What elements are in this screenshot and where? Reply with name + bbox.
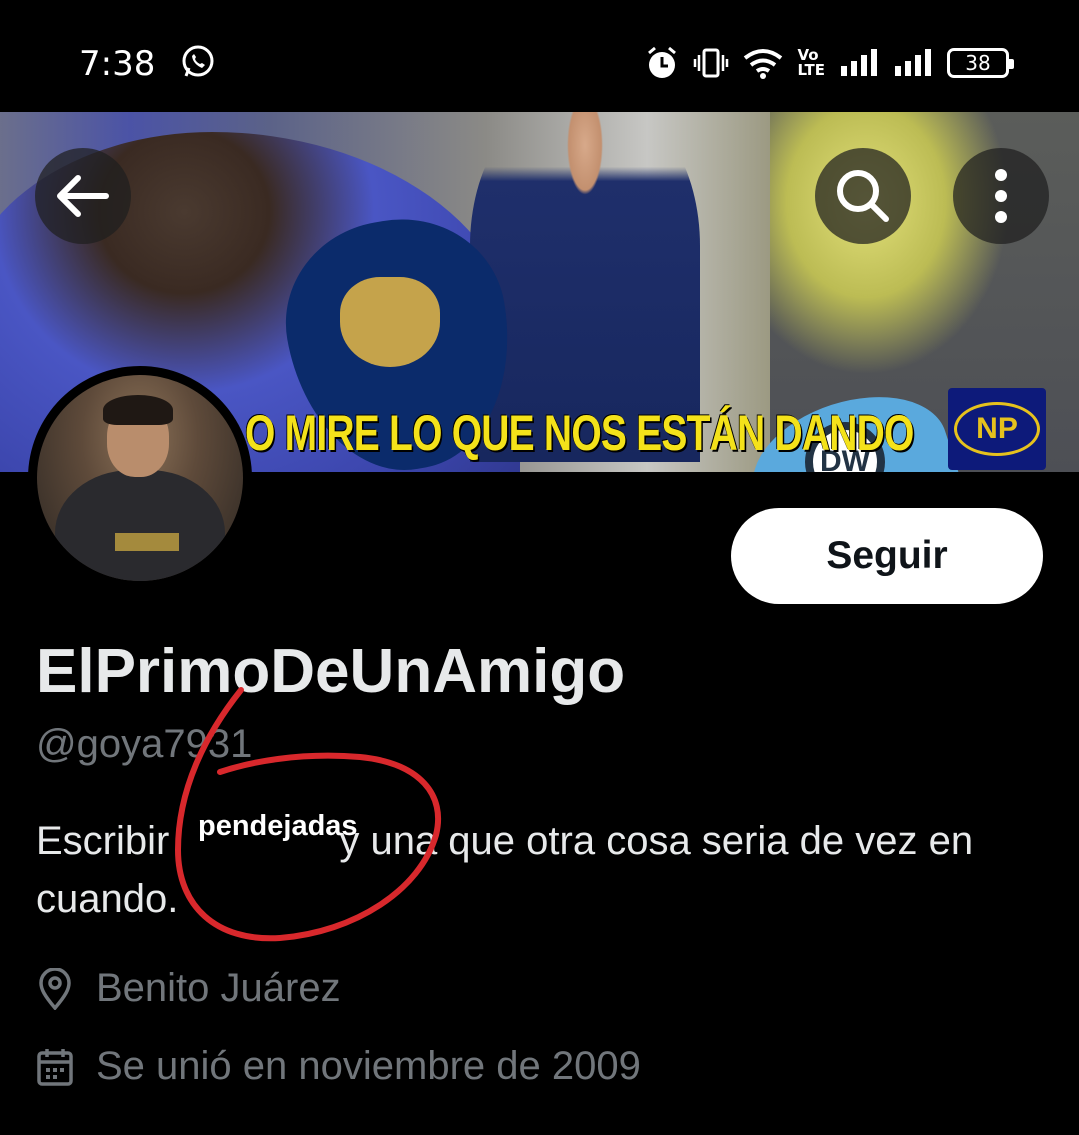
signal-icon-2 bbox=[895, 49, 931, 76]
battery-indicator: 38 bbox=[947, 48, 1014, 78]
location-row: Benito Juárez bbox=[36, 966, 341, 1011]
avatar[interactable] bbox=[28, 366, 252, 590]
arrow-left-icon bbox=[57, 175, 109, 217]
avatar-hair bbox=[103, 395, 173, 425]
wifi-icon bbox=[744, 49, 783, 79]
avatar-belt bbox=[115, 533, 179, 551]
status-icons: Vo LTE 38 bbox=[645, 43, 1014, 83]
back-button[interactable] bbox=[35, 148, 131, 244]
bio: Escribir y una que otra cosa seria de vez… bbox=[36, 812, 1056, 928]
search-icon bbox=[837, 170, 889, 222]
volte-badge: Vo LTE bbox=[797, 46, 825, 79]
calendar-icon bbox=[36, 1045, 74, 1089]
username-handle: @goya7931 bbox=[36, 722, 253, 766]
location-pin-icon bbox=[36, 967, 74, 1011]
whatsapp-icon bbox=[182, 45, 214, 77]
more-vertical-icon bbox=[995, 169, 1007, 223]
more-options-button[interactable] bbox=[953, 148, 1049, 244]
np-badge: NP bbox=[948, 388, 1046, 470]
np-badge-text: NP bbox=[976, 412, 1018, 445]
location-text: Benito Juárez bbox=[96, 966, 341, 1010]
search-button[interactable] bbox=[815, 148, 911, 244]
status-bar: 7:38 Vo LTE 38 bbox=[0, 0, 1079, 112]
bio-start: Escribir bbox=[36, 819, 170, 863]
display-name: ElPrimoDeUnAmigo bbox=[36, 637, 626, 706]
handwritten-word: pendejadas bbox=[198, 810, 358, 842]
signal-icon-1 bbox=[841, 49, 877, 76]
pumas-logo bbox=[340, 277, 440, 367]
avatar-image bbox=[37, 375, 243, 581]
banner-caption: O MIRE LO QUE NOS ESTÁN DANDO bbox=[245, 405, 914, 461]
join-date-text: Se unió en noviembre de 2009 bbox=[96, 1044, 641, 1088]
bio-end: y una que otra cosa seria de vez en cuan… bbox=[36, 819, 974, 921]
join-date-row: Se unió en noviembre de 2009 bbox=[36, 1044, 641, 1089]
avatar-cape bbox=[55, 470, 225, 581]
status-time: 7:38 bbox=[79, 44, 156, 84]
vibrate-icon bbox=[694, 48, 729, 78]
alarm-icon bbox=[648, 46, 677, 78]
battery-level: 38 bbox=[965, 51, 991, 75]
follow-button[interactable]: Seguir bbox=[731, 508, 1043, 604]
